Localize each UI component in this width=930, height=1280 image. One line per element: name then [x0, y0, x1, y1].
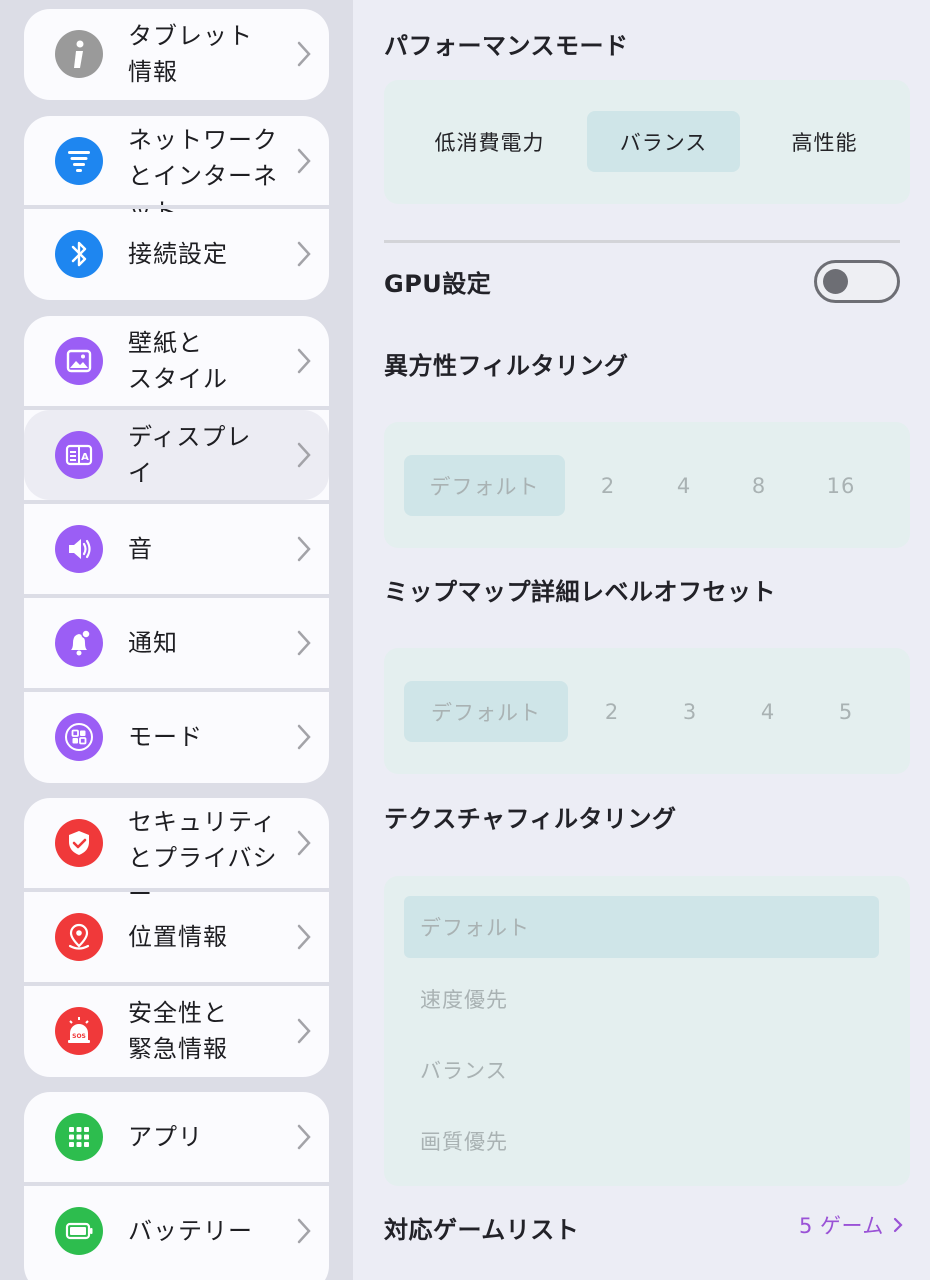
settings-sidebar: タブレット 情報 ネットワークとインターネット 接続設定 壁紙と スタイル — [0, 0, 353, 1280]
battery-icon — [55, 1207, 103, 1255]
bell-icon — [55, 619, 103, 667]
sidebar-group-apps: アプリ バッテリー — [24, 1092, 329, 1280]
chevron-right-icon — [297, 148, 311, 174]
sidebar-item-label: アプリ — [128, 1123, 203, 1151]
texture-filtering-title: テクスチャフィルタリング — [384, 805, 677, 833]
toggle-knob — [823, 269, 848, 294]
chevron-right-icon — [297, 348, 311, 374]
chevron-right-icon — [297, 1218, 311, 1244]
mipmap-option-default[interactable]: デフォルト — [404, 681, 568, 742]
sidebar-item-apps[interactable]: アプリ — [24, 1092, 329, 1182]
chevron-right-icon — [297, 830, 311, 856]
modes-icon — [55, 713, 103, 761]
chevron-right-icon — [297, 442, 311, 468]
mipmap-option-4[interactable]: 4 — [740, 681, 796, 742]
mipmap-option-2[interactable]: 2 — [584, 681, 640, 742]
sidebar-group-connectivity: ネットワークとインターネット 接続設定 — [24, 116, 329, 300]
gpu-settings-toggle[interactable] — [814, 260, 900, 303]
display-icon: A — [55, 431, 103, 479]
apps-grid-icon — [55, 1113, 103, 1161]
sidebar-group-security: セキュリティとプライバシー 位置情報 SOS 安全性と 緊急情報 — [24, 798, 329, 1077]
chevron-right-icon — [297, 1124, 311, 1150]
sidebar-item-label: ディスプレ イ — [128, 423, 252, 487]
sidebar-group-personal: 壁紙と スタイル A ディスプレ イ 音 通知 モード — [24, 316, 329, 783]
sidebar-item-label: 安全性と 緊急情報 — [128, 999, 228, 1063]
network-icon — [55, 137, 103, 185]
anisotropic-option-2[interactable]: 2 — [580, 455, 636, 516]
mipmap-option-5[interactable]: 5 — [818, 681, 874, 742]
anisotropic-filtering-selector: デフォルト 2 4 8 16 — [384, 422, 910, 548]
sidebar-item-location[interactable]: 位置情報 — [24, 892, 329, 982]
svg-text:A: A — [81, 452, 89, 463]
performance-option-low-power[interactable]: 低消費電力 — [408, 111, 571, 172]
sidebar-item-label: 接続設定 — [128, 240, 228, 268]
performance-mode-title: パフォーマンスモード — [384, 32, 629, 60]
game-settings-panel: パフォーマンスモード 低消費電力 バランス 高性能 GPU設定 異方性フィルタリ… — [353, 0, 930, 1280]
sidebar-item-network[interactable]: ネットワークとインターネット — [24, 116, 329, 212]
wallpaper-icon — [55, 337, 103, 385]
sidebar-item-label: ネットワークとインターネット — [128, 126, 278, 212]
anisotropic-option-default[interactable]: デフォルト — [404, 455, 565, 516]
sidebar-item-tablet-info[interactable]: タブレット 情報 — [24, 9, 329, 99]
sidebar-item-label: モード — [128, 723, 203, 751]
sidebar-item-emergency[interactable]: SOS 安全性と 緊急情報 — [24, 986, 329, 1076]
sidebar-item-modes[interactable]: モード — [24, 692, 329, 782]
performance-mode-selector: 低消費電力 バランス 高性能 — [384, 80, 910, 204]
sidebar-item-label: 通知 — [128, 629, 178, 657]
sidebar-item-notifications[interactable]: 通知 — [24, 598, 329, 688]
anisotropic-option-4[interactable]: 4 — [656, 455, 712, 516]
texture-option-balanced[interactable]: バランス — [404, 1039, 879, 1101]
svg-text:SOS: SOS — [72, 1033, 86, 1040]
sidebar-item-connection[interactable]: 接続設定 — [24, 209, 329, 299]
sidebar-item-sound[interactable]: 音 — [24, 504, 329, 594]
anisotropic-filtering-title: 異方性フィルタリング — [384, 352, 629, 380]
sidebar-item-label: 位置情報 — [128, 923, 228, 951]
anisotropic-option-16[interactable]: 16 — [808, 455, 874, 516]
supported-games-title: 対応ゲームリスト — [384, 1216, 580, 1244]
chevron-right-icon — [297, 1018, 311, 1044]
sos-icon: SOS — [55, 1007, 103, 1055]
sidebar-item-security[interactable]: セキュリティとプライバシー — [24, 798, 329, 894]
chevron-right-icon — [297, 924, 311, 950]
supported-games-link[interactable]: 5 ゲーム — [799, 1210, 903, 1240]
performance-option-high[interactable]: 高性能 — [756, 111, 893, 172]
sidebar-item-label: 音 — [128, 535, 153, 563]
chevron-right-icon — [297, 41, 311, 67]
chevron-right-icon — [297, 724, 311, 750]
speaker-icon — [55, 525, 103, 573]
info-icon — [55, 30, 103, 78]
chevron-right-icon — [297, 536, 311, 562]
mipmap-lod-offset-title: ミップマップ詳細レベルオフセット — [384, 578, 776, 606]
divider — [384, 240, 900, 243]
sidebar-item-display[interactable]: A ディスプレ イ — [24, 410, 329, 500]
sidebar-item-label: バッテリー — [128, 1217, 253, 1245]
texture-option-quality[interactable]: 画質優先 — [404, 1110, 879, 1172]
games-count-label: 5 ゲーム — [799, 1214, 884, 1238]
shield-icon — [55, 819, 103, 867]
sidebar-group-device: タブレット 情報 — [24, 9, 329, 100]
texture-option-default[interactable]: デフォルト — [404, 896, 879, 958]
sidebar-item-battery[interactable]: バッテリー — [24, 1186, 329, 1276]
location-icon — [55, 913, 103, 961]
chevron-right-icon — [297, 630, 311, 656]
anisotropic-option-8[interactable]: 8 — [731, 455, 787, 516]
performance-option-balanced[interactable]: バランス — [587, 111, 740, 172]
sidebar-item-wallpaper[interactable]: 壁紙と スタイル — [24, 316, 329, 406]
bluetooth-icon — [55, 230, 103, 278]
chevron-right-icon — [893, 1217, 903, 1233]
texture-option-speed[interactable]: 速度優先 — [404, 968, 879, 1030]
sidebar-item-label: タブレット 情報 — [128, 22, 253, 86]
sidebar-item-label: セキュリティとプライバシー — [128, 808, 278, 894]
gpu-settings-title: GPU設定 — [384, 270, 492, 298]
mipmap-option-3[interactable]: 3 — [662, 681, 718, 742]
texture-filtering-list: デフォルト 速度優先 バランス 画質優先 — [384, 876, 910, 1186]
sidebar-item-label: 壁紙と スタイル — [128, 329, 228, 393]
mipmap-lod-offset-selector: デフォルト 2 3 4 5 — [384, 648, 910, 774]
chevron-right-icon — [297, 241, 311, 267]
